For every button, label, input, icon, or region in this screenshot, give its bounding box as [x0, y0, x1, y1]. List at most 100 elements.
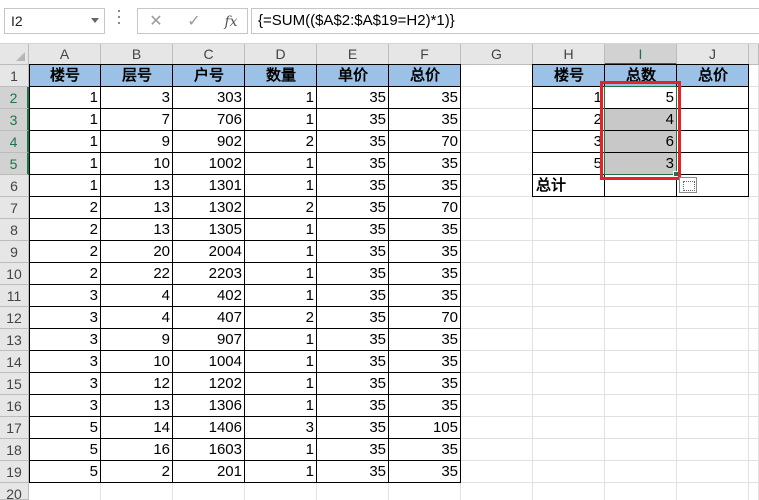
- table-cell[interactable]: 1306: [173, 395, 245, 417]
- table-cell[interactable]: 3: [29, 373, 101, 395]
- fx-icon[interactable]: fx: [219, 11, 243, 33]
- table-cell[interactable]: 35: [317, 175, 389, 197]
- table-cell[interactable]: 1: [245, 395, 317, 417]
- table-cell[interactable]: 1: [245, 109, 317, 131]
- table-cell[interactable]: 13: [101, 175, 173, 197]
- table-cell[interactable]: 35: [389, 153, 461, 175]
- formula-input[interactable]: {=SUM(($A$2:$A$19=H2)*1)}: [251, 8, 759, 34]
- table-cell[interactable]: 1202: [173, 373, 245, 395]
- table-cell[interactable]: 35: [389, 109, 461, 131]
- column-header-partial[interactable]: [749, 44, 759, 65]
- table-cell[interactable]: 35: [389, 373, 461, 395]
- table-cell[interactable]: 70: [389, 307, 461, 329]
- table-cell[interactable]: 1004: [173, 351, 245, 373]
- table-cell[interactable]: 13: [101, 197, 173, 219]
- row-header-3[interactable]: 3: [0, 109, 29, 131]
- table-cell[interactable]: 2: [29, 219, 101, 241]
- name-box[interactable]: I2: [4, 8, 105, 34]
- column-header-d[interactable]: D: [245, 44, 317, 65]
- table-cell[interactable]: 1: [245, 285, 317, 307]
- table-cell[interactable]: 3: [29, 285, 101, 307]
- table-cell[interactable]: 1603: [173, 439, 245, 461]
- table-cell[interactable]: 907: [173, 329, 245, 351]
- row-header-12[interactable]: 12: [0, 307, 29, 329]
- table-cell[interactable]: 1302: [173, 197, 245, 219]
- summary-header-cell[interactable]: 楼号: [533, 65, 605, 87]
- table-cell[interactable]: 35: [389, 461, 461, 483]
- table-cell[interactable]: 35: [389, 439, 461, 461]
- table-cell[interactable]: 201: [173, 461, 245, 483]
- table-cell[interactable]: 1: [245, 373, 317, 395]
- header-cell[interactable]: 楼号: [29, 65, 101, 87]
- table-cell[interactable]: 3: [29, 395, 101, 417]
- table-cell[interactable]: 402: [173, 285, 245, 307]
- table-cell[interactable]: 35: [389, 219, 461, 241]
- row-header-19[interactable]: 19: [0, 461, 29, 483]
- table-cell[interactable]: 1: [245, 329, 317, 351]
- table-cell[interactable]: 2: [101, 461, 173, 483]
- row-header-11[interactable]: 11: [0, 285, 29, 307]
- summary-cell[interactable]: [677, 109, 749, 131]
- header-cell[interactable]: 户号: [173, 65, 245, 87]
- table-cell[interactable]: 10: [101, 351, 173, 373]
- column-header-f[interactable]: F: [389, 44, 461, 65]
- table-cell[interactable]: 20: [101, 241, 173, 263]
- row-header-5[interactable]: 5: [0, 153, 29, 175]
- column-header-b[interactable]: B: [101, 44, 173, 65]
- summary-cell[interactable]: 3: [533, 131, 605, 153]
- summary-cell[interactable]: 2: [533, 109, 605, 131]
- drag-handle-icon[interactable]: [117, 10, 121, 30]
- column-header-j[interactable]: J: [677, 44, 749, 65]
- table-cell[interactable]: 35: [317, 87, 389, 109]
- row-header-9[interactable]: 9: [0, 241, 29, 263]
- table-cell[interactable]: 2: [29, 197, 101, 219]
- table-cell[interactable]: 4: [101, 307, 173, 329]
- table-cell[interactable]: 70: [389, 197, 461, 219]
- header-cell[interactable]: 层号: [101, 65, 173, 87]
- table-cell[interactable]: 14: [101, 417, 173, 439]
- table-cell[interactable]: 1: [245, 153, 317, 175]
- table-cell[interactable]: 2: [245, 307, 317, 329]
- row-header-16[interactable]: 16: [0, 395, 29, 417]
- table-cell[interactable]: 1: [245, 351, 317, 373]
- table-cell[interactable]: 35: [317, 285, 389, 307]
- table-cell[interactable]: 1: [245, 175, 317, 197]
- table-cell[interactable]: 35: [317, 263, 389, 285]
- table-cell[interactable]: 5: [29, 439, 101, 461]
- table-cell[interactable]: 35: [317, 131, 389, 153]
- table-cell[interactable]: 2203: [173, 263, 245, 285]
- header-cell[interactable]: 单价: [317, 65, 389, 87]
- table-cell[interactable]: 35: [389, 351, 461, 373]
- table-cell[interactable]: 35: [389, 263, 461, 285]
- summary-cell[interactable]: [677, 87, 749, 109]
- table-cell[interactable]: 7: [101, 109, 173, 131]
- table-cell[interactable]: 3: [245, 417, 317, 439]
- table-cell[interactable]: 9: [101, 329, 173, 351]
- table-cell[interactable]: 902: [173, 131, 245, 153]
- table-cell[interactable]: 35: [317, 461, 389, 483]
- table-cell[interactable]: 2: [245, 197, 317, 219]
- table-cell[interactable]: 35: [389, 175, 461, 197]
- table-cell[interactable]: 13: [101, 395, 173, 417]
- header-cell[interactable]: 数量: [245, 65, 317, 87]
- summary-cell[interactable]: [677, 153, 749, 175]
- table-cell[interactable]: 1301: [173, 175, 245, 197]
- row-header-13[interactable]: 13: [0, 329, 29, 351]
- table-cell[interactable]: 35: [317, 109, 389, 131]
- quick-analysis-icon[interactable]: [679, 177, 697, 193]
- table-cell[interactable]: 5: [29, 461, 101, 483]
- table-cell[interactable]: 1: [245, 219, 317, 241]
- table-cell[interactable]: 22: [101, 263, 173, 285]
- table-cell[interactable]: 3: [29, 329, 101, 351]
- table-cell[interactable]: 35: [317, 373, 389, 395]
- table-cell[interactable]: 1: [29, 175, 101, 197]
- row-header-7[interactable]: 7: [0, 197, 29, 219]
- check-icon[interactable]: ✓: [182, 11, 206, 33]
- table-cell[interactable]: 4: [101, 285, 173, 307]
- row-header-14[interactable]: 14: [0, 351, 29, 373]
- table-cell[interactable]: 1: [245, 263, 317, 285]
- spreadsheet-grid[interactable]: A B C D E F G H I J 1 2 3 4 5 6 7 8 9 10 11 12 13 14 15 16 17 18 19 2…: [0, 44, 759, 500]
- table-cell[interactable]: 35: [389, 329, 461, 351]
- row-header-20[interactable]: 20: [0, 483, 29, 500]
- close-icon[interactable]: ✕: [144, 11, 168, 33]
